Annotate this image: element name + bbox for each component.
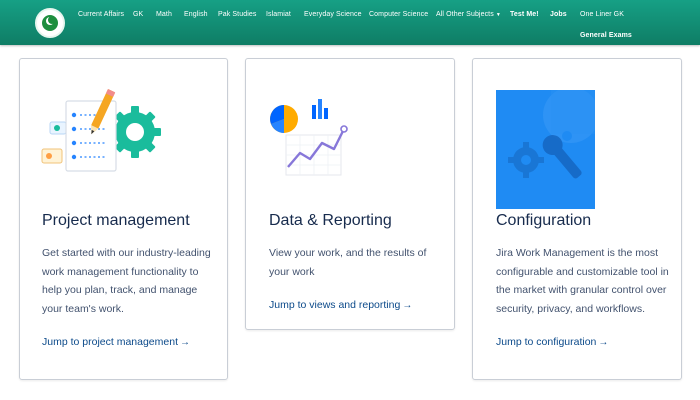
description-line: configurable and customizable tool in [496,265,669,278]
caret-down-icon: ▼ [495,12,501,18]
nav-english[interactable]: English [184,11,208,18]
site-logo[interactable] [35,8,65,38]
description-line: your work [269,265,315,278]
arrow-right-icon: → [598,337,609,348]
nav-jobs[interactable]: Jobs [550,11,567,18]
nav-test-me[interactable]: Test Me! [510,11,539,18]
description-line: Jira Work Management is the most [496,247,659,259]
nav-computer-science[interactable]: Computer Science [369,11,428,18]
link-label: Jump to views and reporting [269,299,401,311]
nav-islamiat[interactable]: Islamiat [266,11,291,18]
description-line: work management functionality to [42,265,199,278]
description-line: security, privacy, and workflows. [496,302,645,315]
description-line: your team's work. [42,302,124,315]
jump-to-project-management-link[interactable]: Jump to project management → [42,336,190,348]
description-line: help you plan, track, and manage [42,284,198,296]
card-description: Jira Work Management is the most configu… [496,244,681,318]
description-line: View your work, and the results of [269,247,427,259]
link-label: Jump to configuration [496,336,597,348]
card-configuration: Configuration Jira Work Management is th… [472,58,682,380]
top-navigation-bar: Current Affairs GK Math English Pak Stud… [0,0,700,45]
gear-wrench-icon [496,90,595,209]
card-title: Data & Reporting [269,212,392,229]
card-project-management: Project management Get started with our … [19,58,228,380]
card-title: Project management [42,212,190,229]
nav-gk[interactable]: GK [133,11,143,18]
nav-all-other-subjects[interactable]: All Other Subjects ▼ [436,11,501,18]
arrow-right-icon: → [180,337,190,348]
card-data-reporting: Data & Reporting View your work, and the… [245,58,455,330]
description-line: Get started with our industry-leading [42,247,211,259]
nav-one-liner-gk[interactable]: One Liner GK [580,11,624,18]
card-title: Configuration [496,212,592,229]
arrow-right-icon: → [402,300,413,311]
nav-everyday-science[interactable]: Everyday Science [304,11,362,18]
link-label: Jump to project management [42,336,178,348]
nav-general-exams[interactable]: General Exams [580,32,632,39]
pie-bar-line-chart-icon [270,99,348,176]
jump-to-views-and-reporting-link[interactable]: Jump to views and reporting → [269,299,412,311]
description-line: the market with granular control over [496,284,667,296]
nav-math[interactable]: Math [156,11,172,18]
nav-pak-studies[interactable]: Pak Studies [218,11,256,18]
checklist-pencil-gear-icon [41,88,161,172]
nav-all-other-subjects-label: All Other Subjects [436,11,494,18]
jump-to-configuration-link[interactable]: Jump to configuration → [496,336,608,348]
card-description: View your work, and the results of your … [269,244,449,281]
card-description: Get started with our industry-leading wo… [42,244,222,318]
nav-current-affairs[interactable]: Current Affairs [78,11,124,18]
